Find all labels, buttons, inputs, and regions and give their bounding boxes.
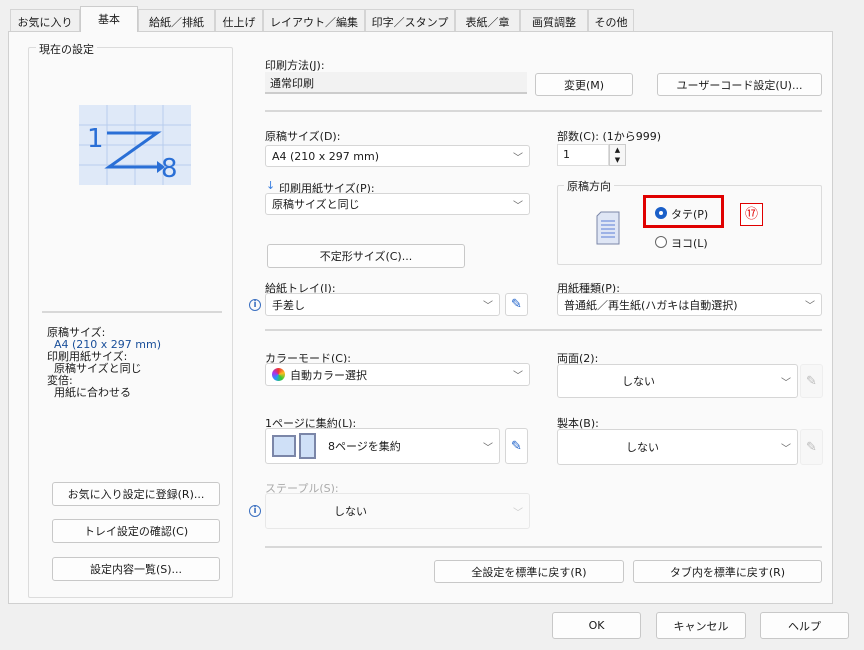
change-button[interactable]: 変更(M) xyxy=(535,73,633,96)
duplex-select[interactable]: しない ﹀ xyxy=(557,364,798,398)
summary-label: 変倍: xyxy=(47,375,73,387)
chevron-down-icon: ﹀ xyxy=(781,374,791,389)
summary-label: 印刷用紙サイズ: xyxy=(47,351,127,363)
custom-size-button[interactable]: 不定形サイズ(C)... xyxy=(267,244,465,268)
original-size-label: 原稿サイズ(D): xyxy=(265,128,340,144)
divider xyxy=(42,311,222,313)
svg-text:1: 1 xyxy=(87,124,104,154)
tray-select[interactable]: 手差し ﹀ xyxy=(265,293,500,316)
landscape-radio[interactable] xyxy=(655,236,667,248)
tray-value: 手差し xyxy=(272,297,305,313)
copies-label: 部数(C): (1から999) xyxy=(557,128,661,144)
tab-1[interactable]: 基本 xyxy=(80,6,138,32)
paper-type-value: 普通紙／再生紙(ハガキは自動選択) xyxy=(564,297,738,313)
divider xyxy=(265,546,822,548)
tab-8[interactable]: その他 xyxy=(588,9,634,31)
portrait-nup-icon xyxy=(299,433,316,459)
divider xyxy=(265,110,822,112)
color-mode-value: 自動カラー選択 xyxy=(290,367,367,383)
pencil-icon[interactable]: ✎ xyxy=(505,428,528,464)
chevron-down-icon: ﹀ xyxy=(513,367,523,382)
chevron-down-icon: ﹀ xyxy=(781,440,791,455)
paper-type-select[interactable]: 普通紙／再生紙(ハガキは自動選択) ﹀ xyxy=(557,293,822,316)
tab-5[interactable]: 印字／スタンプ xyxy=(365,9,455,31)
cancel-button[interactable]: キャンセル xyxy=(656,612,746,639)
help-button[interactable]: ヘルプ xyxy=(760,612,849,639)
booklet-select[interactable]: しない ﹀ xyxy=(557,429,798,465)
ok-button[interactable]: OK xyxy=(552,612,641,639)
print-method-field: 通常印刷 xyxy=(265,72,527,94)
arrow-down-icon: ↓ xyxy=(266,179,275,192)
paper-size-select[interactable]: 原稿サイズと同じ ﹀ xyxy=(265,193,530,215)
nup-select[interactable]: 8ページを集約 ﹀ xyxy=(265,428,500,464)
user-code-button[interactable]: ユーザーコード設定(U)... xyxy=(657,73,822,96)
portrait-label: タテ(P) xyxy=(671,206,708,222)
tab-2[interactable]: 給紙／排紙 xyxy=(138,9,215,31)
chevron-down-icon: ﹀ xyxy=(483,439,493,454)
annotation-number: ⑰ xyxy=(740,203,763,226)
color-wheel-icon xyxy=(272,368,285,381)
summary-label: 原稿サイズ: xyxy=(47,327,105,339)
pencil-icon[interactable]: ✎ xyxy=(800,429,823,465)
summary-value: A4 (210 x 297 mm) xyxy=(54,339,161,351)
chevron-down-icon: ﹀ xyxy=(805,297,815,312)
reset-tab-button[interactable]: タブ内を標準に戻す(R) xyxy=(633,560,822,583)
chevron-down-icon: ﹀ xyxy=(513,504,523,519)
svg-text:8: 8 xyxy=(161,154,178,184)
original-size-value: A4 (210 x 297 mm) xyxy=(272,150,379,163)
layout-preview-image: 1 8 xyxy=(79,105,191,185)
chevron-down-icon: ﹀ xyxy=(483,297,493,312)
copies-spinner[interactable]: ▲▼ xyxy=(609,144,626,166)
tab-6[interactable]: 表紙／章 xyxy=(455,9,520,31)
current-settings-title: 現在の設定 xyxy=(36,41,97,57)
divider xyxy=(265,329,822,331)
landscape-label: ヨコ(L) xyxy=(671,235,708,251)
chevron-down-icon: ﹀ xyxy=(513,149,523,164)
print-method-label: 印刷方法(J): xyxy=(265,57,325,73)
duplex-value: しない xyxy=(622,373,655,389)
original-size-select[interactable]: A4 (210 x 297 mm) ﹀ xyxy=(265,145,530,167)
portrait-document-icon xyxy=(595,211,621,245)
check-tray-settings-button[interactable]: トレイ設定の確認(C) xyxy=(52,519,220,543)
pencil-icon[interactable]: ✎ xyxy=(505,293,528,316)
settings-list-button[interactable]: 設定内容一覧(S)... xyxy=(52,557,220,581)
pencil-icon[interactable]: ✎ xyxy=(800,364,823,398)
booklet-value: しない xyxy=(626,439,659,455)
copies-input[interactable]: 1 xyxy=(557,144,609,166)
tab-3[interactable]: 仕上げ xyxy=(215,9,263,31)
nup-value: 8ページを集約 xyxy=(328,438,401,454)
summary-value: 原稿サイズと同じ xyxy=(54,363,142,375)
tab-4[interactable]: レイアウト／編集 xyxy=(263,9,365,31)
color-mode-select[interactable]: 自動カラー選択 ﹀ xyxy=(265,363,530,386)
info-icon[interactable]: i xyxy=(249,299,261,311)
chevron-down-icon: ﹀ xyxy=(513,197,523,212)
staple-value: しない xyxy=(334,503,367,519)
register-favorite-button[interactable]: お気に入り設定に登録(R)... xyxy=(52,482,220,506)
tab-7[interactable]: 画質調整 xyxy=(520,9,588,31)
summary-value: 用紙に合わせる xyxy=(54,387,131,399)
landscape-nup-icon xyxy=(272,435,296,457)
info-icon[interactable]: i xyxy=(249,505,261,517)
paper-size-value: 原稿サイズと同じ xyxy=(272,196,360,212)
orientation-title: 原稿方向 xyxy=(564,178,614,194)
staple-select: しない ﹀ xyxy=(265,493,530,529)
tab-0[interactable]: お気に入り xyxy=(10,9,80,31)
portrait-radio[interactable] xyxy=(655,207,667,219)
reset-all-button[interactable]: 全設定を標準に戻す(R) xyxy=(434,560,624,583)
